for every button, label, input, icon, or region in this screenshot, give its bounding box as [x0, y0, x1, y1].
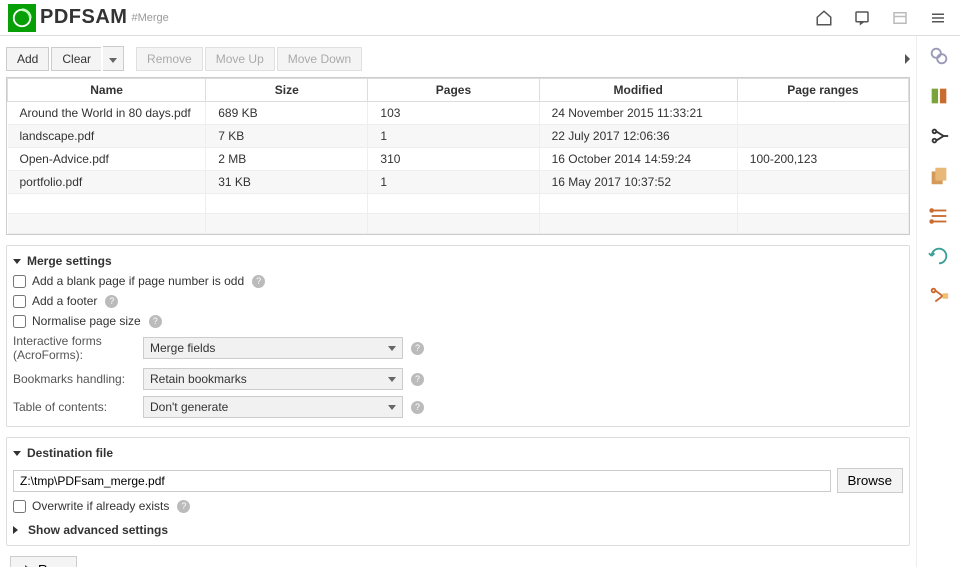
merge-tool-icon[interactable] [925, 42, 953, 70]
home-icon[interactable] [810, 4, 838, 32]
destination-panel: Destination file Browse Overwrite if alr… [6, 437, 910, 546]
browse-button[interactable]: Browse [837, 468, 903, 493]
move-down-button[interactable]: Move Down [277, 47, 362, 71]
col-name[interactable]: Name [8, 79, 206, 102]
normalise-checkbox[interactable] [13, 315, 26, 328]
extract-icon[interactable] [925, 162, 953, 190]
acroforms-label: Interactive forms (AcroForms): [13, 334, 143, 362]
add-button[interactable]: Add [6, 47, 49, 71]
table-row[interactable]: Open-Advice.pdf 2 MB 310 16 October 2014… [8, 148, 909, 171]
help-icon[interactable]: ? [149, 315, 162, 328]
split-bookmarks-icon[interactable] [925, 282, 953, 310]
alternate-mix-icon[interactable] [925, 82, 953, 110]
clear-button[interactable]: Clear [51, 47, 101, 71]
overwrite-checkbox[interactable] [13, 500, 26, 513]
table-row-empty [8, 214, 909, 234]
help-icon[interactable]: ? [411, 373, 424, 386]
help-icon[interactable]: ? [411, 342, 424, 355]
help-icon[interactable]: ? [177, 500, 190, 513]
split-by-size-icon[interactable] [925, 202, 953, 230]
merge-settings-header[interactable]: Merge settings [13, 254, 903, 268]
add-footer-checkbox[interactable] [13, 295, 26, 308]
advanced-header[interactable]: Show advanced settings [13, 523, 903, 537]
file-table: Name Size Pages Modified Page ranges Aro… [6, 77, 910, 235]
destination-header[interactable]: Destination file [13, 446, 903, 460]
window-icon[interactable] [886, 4, 914, 32]
menu-icon[interactable] [924, 4, 952, 32]
table-row[interactable]: landscape.pdf 7 KB 1 22 July 2017 12:06:… [8, 125, 909, 148]
merge-settings-panel: Merge settings Add a blank page if page … [6, 245, 910, 427]
app-name: PDFSAM [40, 6, 127, 29]
acroforms-select[interactable]: Merge fields [143, 337, 403, 359]
move-up-button[interactable]: Move Up [205, 47, 275, 71]
help-icon[interactable]: ? [411, 401, 424, 414]
app-logo [8, 4, 36, 32]
destination-input[interactable] [13, 470, 831, 492]
help-icon[interactable]: ? [105, 295, 118, 308]
table-row[interactable]: portfolio.pdf 31 KB 1 16 May 2017 10:37:… [8, 171, 909, 194]
disclosure-icon [13, 259, 21, 264]
col-ranges[interactable]: Page ranges [737, 79, 908, 102]
tool-sidebar [916, 36, 960, 567]
col-pages[interactable]: Pages [368, 79, 539, 102]
clear-dropdown[interactable] [103, 46, 124, 71]
bookmarks-label: Bookmarks handling: [13, 372, 143, 386]
rotate-icon[interactable] [925, 242, 953, 270]
help-icon[interactable]: ? [252, 275, 265, 288]
bookmarks-select[interactable]: Retain bookmarks [143, 368, 403, 390]
blank-page-label: Add a blank page if page number is odd [32, 274, 244, 288]
file-table-toolbar: Add Clear Remove Move Up Move Down [6, 46, 910, 71]
normalise-label: Normalise page size [32, 314, 141, 328]
disclosure-icon [13, 526, 22, 534]
add-footer-label: Add a footer [32, 294, 97, 308]
blank-page-checkbox[interactable] [13, 275, 26, 288]
disclosure-icon [13, 451, 21, 456]
toc-label: Table of contents: [13, 400, 143, 414]
table-row-empty [8, 194, 909, 214]
notification-icon[interactable] [848, 4, 876, 32]
split-icon[interactable] [925, 122, 953, 150]
remove-button[interactable]: Remove [136, 47, 203, 71]
overwrite-label: Overwrite if already exists [32, 499, 169, 513]
app-subtitle: #Merge [131, 12, 168, 24]
app-header: PDFSAM #Merge [0, 0, 960, 36]
col-size[interactable]: Size [206, 79, 368, 102]
table-row[interactable]: Around the World in 80 days.pdf 689 KB 1… [8, 102, 909, 125]
expand-toolbar-icon[interactable] [905, 54, 910, 64]
col-modified[interactable]: Modified [539, 79, 737, 102]
toc-select[interactable]: Don't generate [143, 396, 403, 418]
run-button[interactable]: Run [10, 556, 77, 567]
